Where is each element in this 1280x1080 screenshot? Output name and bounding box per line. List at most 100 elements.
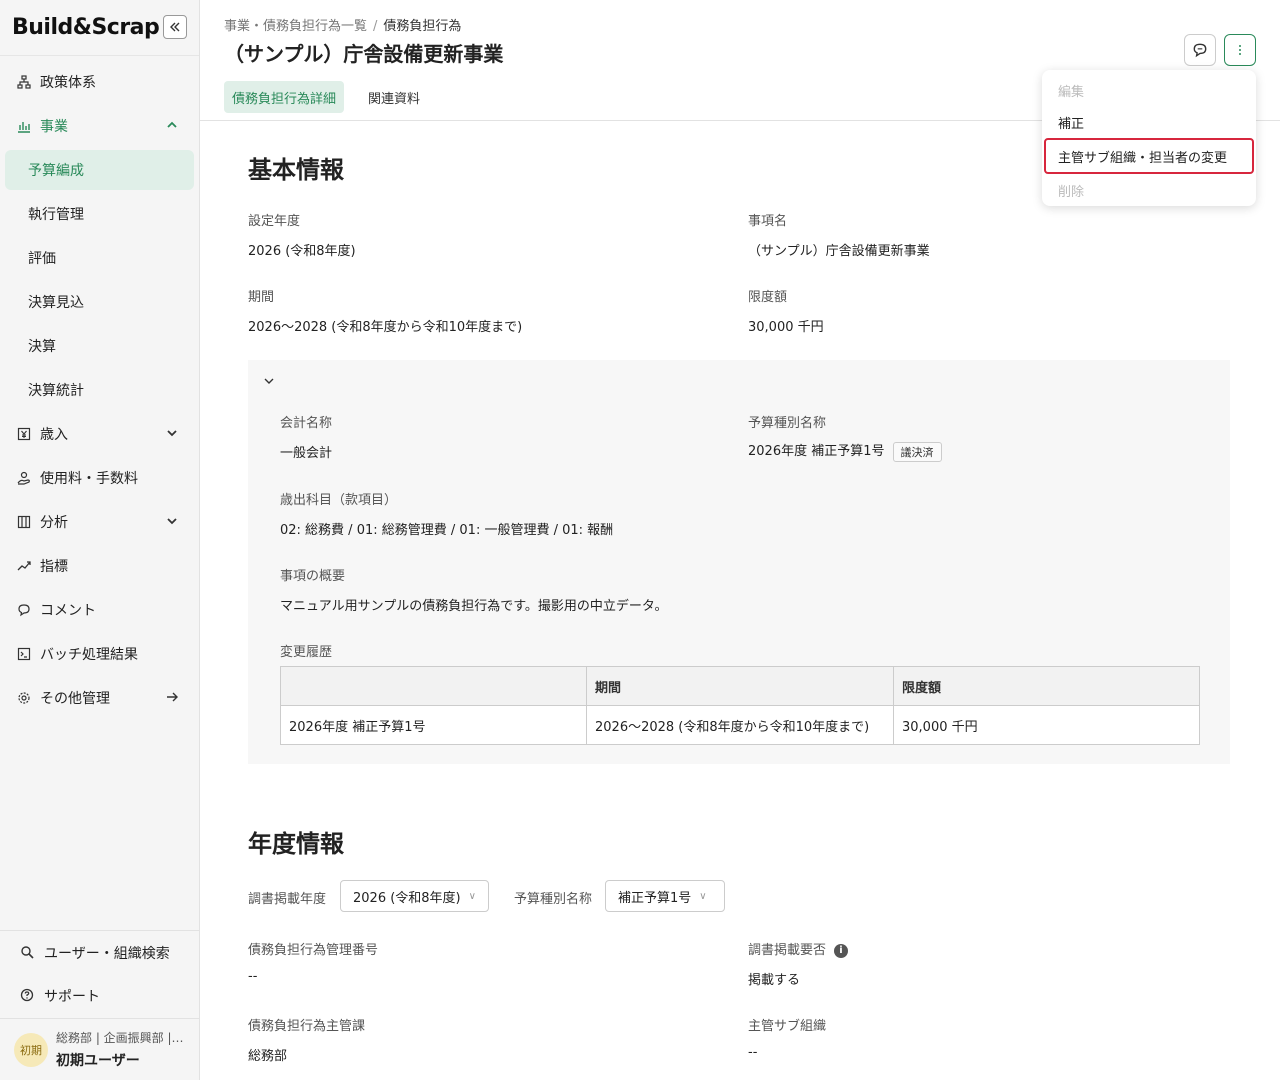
yen-icon xyxy=(16,426,32,442)
sidebar-item-label: バッチ処理結果 xyxy=(40,647,138,663)
sidebar-item-analysis[interactable]: 分析 xyxy=(0,500,199,544)
sidebar-item-project[interactable]: 事業 xyxy=(0,104,199,148)
tab-detail[interactable]: 債務負担行為詳細 xyxy=(224,81,345,113)
breadcrumb-parent-link[interactable]: 事業・債務負担行為一覧 xyxy=(224,19,367,34)
sidebar-subitem-settlement-forecast[interactable]: 決算見込 xyxy=(0,280,199,324)
sidebar-item-label: 政策体系 xyxy=(40,75,96,91)
menu-item-amend[interactable]: 補正 xyxy=(1042,106,1256,138)
main-content: 基本情報 設定年度 2026 (令和8年度) 事項名 （サンプル）庁舎設備更新事… xyxy=(200,122,1280,1080)
dept-label: 債務負担行為主管課 xyxy=(248,1019,366,1034)
support-link[interactable]: サポート xyxy=(0,974,199,1018)
limit-value: 30,000 千円 xyxy=(748,320,824,335)
type-select-label: 予算種別名称 xyxy=(514,892,593,907)
detail-panel: 会計名称 一般会計 予算種別名称 2026年度 補正予算1号 議決済 歳出科目（款… xyxy=(248,360,1230,764)
dept-value: 総務部 xyxy=(248,1049,288,1064)
subject-label: 歳出科目（款項目） xyxy=(280,493,398,508)
chevron-down-icon[interactable] xyxy=(262,374,276,388)
year-label: 設定年度 xyxy=(248,214,301,229)
support-label: サポート xyxy=(44,989,100,1005)
search-icon xyxy=(20,945,36,961)
user-org: 総務部 | 企画振興部 | … xyxy=(56,1031,184,1045)
sidebar-subitem-settlement-stats[interactable]: 決算統計 xyxy=(0,368,199,412)
sidebar-item-label: 分析 xyxy=(40,515,68,531)
item-name-label: 事項名 xyxy=(748,214,788,229)
menu-item-change-owner[interactable]: 主管サブ組織・担当者の変更 xyxy=(1044,138,1254,174)
breadcrumb-separator: / xyxy=(373,19,378,34)
sidebar-item-comments[interactable]: コメント xyxy=(0,588,199,632)
tab-bar: 債務負担行為詳細 関連資料 xyxy=(224,81,444,113)
avatar: 初期 xyxy=(14,1032,48,1067)
kebab-menu-icon xyxy=(1239,45,1241,55)
menu-item-edit: 編集 xyxy=(1058,84,1085,100)
sidebar-item-indicators[interactable]: 指標 xyxy=(0,544,199,588)
arrow-right-icon xyxy=(167,692,178,702)
sidebar-item-label: 指標 xyxy=(40,559,68,575)
double-chevron-left-icon xyxy=(170,22,180,32)
user-org-search-label: ユーザー・組織検索 xyxy=(44,945,170,962)
sidebar-subitem-execution[interactable]: 執行管理 xyxy=(0,192,199,236)
table-cell: 2026年度 補正予算1号 xyxy=(280,705,587,745)
gear-icon xyxy=(16,690,32,706)
table-header-cell: 限度額 xyxy=(893,666,1200,706)
budget-type-value: 2026年度 補正予算1号 議決済 xyxy=(748,440,942,462)
sidebar-item-label: 歳入 xyxy=(40,427,68,443)
hierarchy-icon xyxy=(16,74,32,90)
chevron-down-icon: ∨ xyxy=(468,890,476,902)
comment-button[interactable] xyxy=(1184,34,1216,66)
item-name-value: （サンプル）庁舎設備更新事業 xyxy=(748,244,930,259)
sidebar-bottom: ユーザー・組織検索 サポート 初期 総務部 | 企画振興部 | … 初期ユーザー xyxy=(0,930,199,1080)
sidebar-item-fees[interactable]: 使用料・手数料 xyxy=(0,456,199,500)
sidebar-item-batch[interactable]: バッチ処理結果 xyxy=(0,632,199,676)
history-label: 変更履歴 xyxy=(280,645,333,660)
account-label: 会計名称 xyxy=(280,416,333,431)
columns-icon xyxy=(16,514,32,530)
sidebar-subitem-evaluation[interactable]: 評価 xyxy=(0,236,199,280)
user-org-search-link[interactable]: ユーザー・組織検索 xyxy=(0,930,199,974)
comment-icon xyxy=(1193,43,1207,58)
breadcrumb: 事業・債務負担行為一覧 / 債務負担行為 xyxy=(224,15,461,34)
terminal-icon xyxy=(16,646,32,662)
sidebar-item-label: コメント xyxy=(40,603,96,619)
comment-icon xyxy=(16,602,32,618)
table-header-cell: 期間 xyxy=(586,666,894,706)
budget-type-label: 予算種別名称 xyxy=(748,416,827,431)
budget-type-text: 2026年度 補正予算1号 xyxy=(748,444,885,459)
table-header-cell xyxy=(280,666,587,706)
info-icon[interactable]: i xyxy=(834,943,849,958)
sidebar-item-revenue[interactable]: 歳入 xyxy=(0,412,199,456)
year-select[interactable]: 2026 (令和8年度) ∨ xyxy=(340,880,489,912)
actions-dropdown-menu: 編集 補正 主管サブ組織・担当者の変更 削除 xyxy=(1042,70,1256,206)
sidebar-item-label: その他管理 xyxy=(40,691,110,707)
sidebar-subitem-budget[interactable]: 予算編成 xyxy=(5,150,194,190)
user-profile[interactable]: 初期 総務部 | 企画振興部 | … 初期ユーザー xyxy=(0,1018,199,1080)
breadcrumb-current: 債務負担行為 xyxy=(383,19,462,34)
chevron-down-icon: ∨ xyxy=(699,890,707,902)
app-logo[interactable]: Build&Scrap xyxy=(12,15,160,40)
table-row: 2026年度 補正予算1号 2026〜2028 (令和8年度から令和10年度まで… xyxy=(280,705,1200,745)
sidebar-item-policy[interactable]: 政策体系 xyxy=(0,60,199,104)
bar-chart-icon xyxy=(16,118,32,134)
trend-icon xyxy=(16,558,32,574)
subject-value: 02: 総務費 / 01: 総務管理費 / 01: 一般管理費 / 01: 報酬 xyxy=(280,523,614,538)
chevron-down-icon xyxy=(167,430,177,437)
sidebar-subitem-settlement[interactable]: 決算 xyxy=(0,324,199,368)
mgmt-no-label: 債務負担行為管理番号 xyxy=(248,943,379,958)
publish-label-text: 調書掲載要否 xyxy=(748,943,827,958)
tab-related-docs[interactable]: 関連資料 xyxy=(360,81,428,113)
limit-label: 限度額 xyxy=(748,290,788,305)
sidebar-item-label: 使用料・手数料 xyxy=(40,471,138,487)
budget-type-select[interactable]: 補正予算1号 ∨ xyxy=(605,880,725,912)
table-header-row: 期間 限度額 xyxy=(280,666,1200,706)
chevron-up-icon xyxy=(167,121,177,128)
collapse-sidebar-button[interactable] xyxy=(163,15,187,39)
mgmt-no-value: -- xyxy=(248,969,258,984)
annual-info-title: 年度情報 xyxy=(248,830,344,858)
sidebar-item-label: 事業 xyxy=(40,119,68,135)
more-actions-button[interactable] xyxy=(1224,34,1256,66)
budget-type-select-value: 補正予算1号 xyxy=(618,890,692,906)
publish-value: 掲載する xyxy=(748,973,801,988)
chevron-down-icon xyxy=(167,518,177,525)
sidebar-item-admin[interactable]: その他管理 xyxy=(0,676,199,720)
hand-coin-icon xyxy=(16,470,32,486)
help-circle-icon xyxy=(20,988,36,1004)
